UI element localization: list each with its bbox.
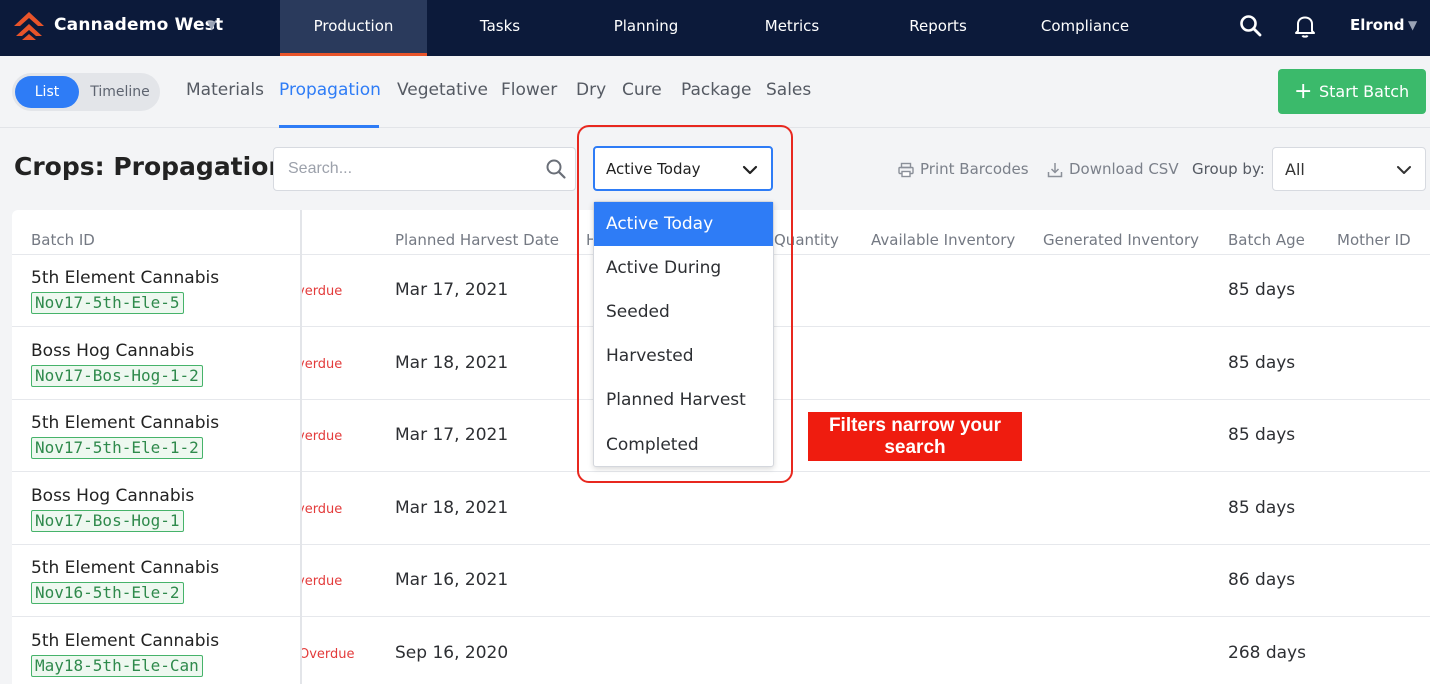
overdue-status: verdue xyxy=(302,574,343,589)
strain-name: Boss Hog Cannabis xyxy=(31,486,195,506)
batch-id-tag[interactable]: Nov17-5th-Ele-1-2 xyxy=(31,437,203,459)
search-icon[interactable] xyxy=(1238,13,1264,39)
table-row[interactable]: Boss Hog Cannabis Nov17-Bos-Hog-1 verdue… xyxy=(12,473,1430,545)
nav-reports[interactable]: Reports xyxy=(865,0,1011,56)
start-batch-button[interactable]: + Start Batch xyxy=(1278,69,1426,114)
active-stage-indicator xyxy=(279,125,379,128)
batch-id-tag[interactable]: Nov17-Bos-Hog-1 xyxy=(31,510,184,532)
start-batch-label: Start Batch xyxy=(1319,82,1410,101)
nav-tasks[interactable]: Tasks xyxy=(427,0,573,56)
stage-tab-flower[interactable]: Flower xyxy=(501,80,557,100)
planned-harvest-date: Sep 16, 2020 xyxy=(395,643,509,663)
planned-harvest-date: Mar 16, 2021 xyxy=(395,570,509,590)
bell-icon[interactable] xyxy=(1292,13,1318,39)
stage-nav: List Timeline Materials Propagation Vege… xyxy=(0,56,1430,128)
batch-age: 85 days xyxy=(1228,498,1296,518)
status-cell: verdue xyxy=(302,545,362,617)
chevron-down-icon[interactable]: ▼ xyxy=(1408,18,1417,32)
batch-age: 86 days xyxy=(1228,570,1296,590)
column-header-available-inventory[interactable]: Available Inventory xyxy=(871,231,1015,249)
strain-name: Boss Hog Cannabis xyxy=(31,341,195,361)
status-cell: Overdue xyxy=(302,618,362,684)
chevron-down-icon xyxy=(1397,166,1411,174)
planned-harvest-date: Mar 18, 2021 xyxy=(395,353,509,373)
column-header-planned-harvest-date[interactable]: Planned Harvest Date xyxy=(395,231,559,249)
strain-name: 5th Element Cannabis xyxy=(31,558,220,578)
download-csv-link[interactable]: Download CSV xyxy=(1069,160,1179,178)
group-by-label: Group by: xyxy=(1192,160,1265,178)
planned-harvest-date: Mar 18, 2021 xyxy=(395,498,509,518)
stage-tab-package[interactable]: Package xyxy=(681,80,751,100)
stage-tab-cure[interactable]: Cure xyxy=(622,80,662,100)
annotation-callout: Filters narrow your search xyxy=(808,412,1022,461)
cannademo-logo-icon[interactable] xyxy=(12,10,46,44)
column-header-mother-id[interactable]: Mother ID xyxy=(1337,231,1411,249)
planned-harvest-date: Mar 17, 2021 xyxy=(395,280,509,300)
batch-id-tag[interactable]: Nov17-Bos-Hog-1-2 xyxy=(31,365,203,387)
strain-name: 5th Element Cannabis xyxy=(31,268,220,288)
nav-planning[interactable]: Planning xyxy=(573,0,719,56)
group-by-select[interactable]: All xyxy=(1272,147,1426,191)
status-cell: verdue xyxy=(302,255,362,327)
top-navbar: Cannademo West ▼ Production Tasks Planni… xyxy=(0,0,1430,56)
stage-tab-sales[interactable]: Sales xyxy=(766,80,811,100)
batch-id-tag[interactable]: Nov17-5th-Ele-5 xyxy=(31,292,184,314)
chevron-down-icon[interactable]: ▼ xyxy=(207,18,216,32)
download-icon[interactable] xyxy=(1046,161,1064,179)
group-by-value: All xyxy=(1285,160,1305,179)
batch-age: 268 days xyxy=(1228,643,1306,663)
overdue-status: Overdue xyxy=(302,647,355,662)
table-row[interactable]: 5th Element Cannabis Nov16-5th-Ele-2 ver… xyxy=(12,545,1430,617)
batch-age: 85 days xyxy=(1228,280,1296,300)
annotation-highlight-box xyxy=(577,125,793,483)
view-toggle: List Timeline xyxy=(12,73,160,111)
status-cell: verdue xyxy=(302,328,362,400)
search-icon[interactable] xyxy=(545,158,567,180)
stage-tab-materials[interactable]: Materials xyxy=(186,80,264,100)
status-cell: verdue xyxy=(302,400,362,472)
overdue-status: verdue xyxy=(302,502,343,517)
view-timeline-button[interactable]: Timeline xyxy=(82,76,158,108)
overdue-status: verdue xyxy=(302,357,343,372)
overdue-status: verdue xyxy=(302,429,343,444)
frozen-column-divider xyxy=(300,210,302,684)
stage-tab-dry[interactable]: Dry xyxy=(576,80,606,100)
callout-line-1: Filters narrow your xyxy=(828,415,1002,436)
printer-icon[interactable] xyxy=(897,161,915,179)
batch-id-tag[interactable]: Nov16-5th-Ele-2 xyxy=(31,582,184,604)
print-barcodes-link[interactable]: Print Barcodes xyxy=(920,160,1029,178)
strain-name: 5th Element Cannabis xyxy=(31,631,220,651)
nav-production[interactable]: Production xyxy=(280,0,427,56)
search-input[interactable] xyxy=(273,147,576,191)
overdue-status: verdue xyxy=(302,284,343,299)
stage-tab-propagation[interactable]: Propagation xyxy=(279,80,381,100)
nav-metrics[interactable]: Metrics xyxy=(719,0,865,56)
org-name[interactable]: Cannademo West xyxy=(54,15,223,35)
user-menu[interactable]: Elrond xyxy=(1350,16,1405,34)
planned-harvest-date: Mar 17, 2021 xyxy=(395,425,509,445)
batch-id-tag[interactable]: May18-5th-Ele-Can xyxy=(31,655,203,677)
table-row[interactable]: 5th Element Cannabis May18-5th-Ele-Can O… xyxy=(12,618,1430,684)
column-header-generated-inventory[interactable]: Generated Inventory xyxy=(1043,231,1199,249)
plus-icon: + xyxy=(1294,79,1313,104)
column-header-batch-age[interactable]: Batch Age xyxy=(1228,231,1305,249)
page-title: Crops: Propagation xyxy=(14,152,287,181)
nav-compliance[interactable]: Compliance xyxy=(1011,0,1159,56)
stage-tab-vegetative[interactable]: Vegetative xyxy=(397,80,488,100)
batch-age: 85 days xyxy=(1228,425,1296,445)
status-cell: verdue xyxy=(302,473,362,545)
strain-name: 5th Element Cannabis xyxy=(31,413,220,433)
batch-age: 85 days xyxy=(1228,353,1296,373)
view-list-button[interactable]: List xyxy=(15,76,79,108)
column-header-batch-id[interactable]: Batch ID xyxy=(31,231,95,249)
callout-line-2: search xyxy=(884,437,946,458)
